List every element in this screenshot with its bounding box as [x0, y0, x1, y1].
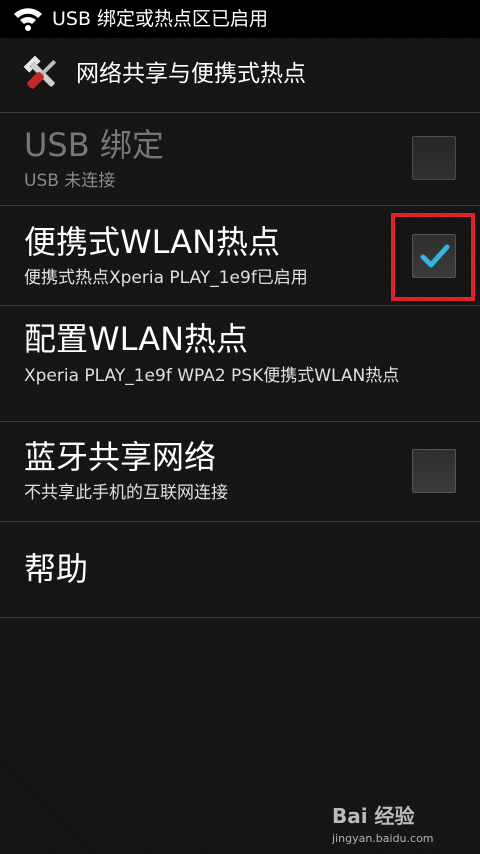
wifi-hotspot-icon: [14, 8, 42, 31]
page-title: 网络共享与便携式热点: [76, 61, 306, 87]
portable-wlan-hotspot-subtitle: 便携式热点Xperia PLAY_1e9f已启用: [24, 268, 308, 288]
baidu-jingyan-watermark: Bai 经验 jingyan.baidu.com: [332, 802, 472, 850]
bluetooth-tethering-title: 蓝牙共享网络: [24, 438, 217, 476]
list-divider: [0, 617, 480, 618]
bluetooth-tethering-checkbox[interactable]: [412, 449, 456, 493]
configure-wlan-hotspot-item[interactable]: 配置WLAN热点 Xperia PLAY_1e9f WPA2 PSK便携式WLA…: [0, 306, 480, 421]
bluetooth-tethering-subtitle: 不共享此手机的互联网连接: [24, 483, 228, 503]
status-bar: USB 绑定或热点区已启用: [0, 0, 480, 38]
watermark-logo: Bai 经验: [332, 804, 415, 828]
help-title: 帮助: [24, 550, 89, 588]
usb-tethering-subtitle: USB 未连接: [24, 171, 116, 191]
highlight-annotation: [391, 213, 475, 301]
tools-icon: [23, 55, 57, 89]
watermark-url: jingyan.baidu.com: [332, 832, 434, 845]
portable-wlan-hotspot-title: 便携式WLAN热点: [24, 223, 281, 261]
status-notification-text: USB 绑定或热点区已启用: [52, 8, 269, 30]
usb-tethering-title: USB 绑定: [24, 126, 164, 164]
configure-wlan-hotspot-title: 配置WLAN热点: [24, 320, 249, 358]
help-item[interactable]: 帮助: [0, 522, 480, 617]
configure-wlan-hotspot-subtitle: Xperia PLAY_1e9f WPA2 PSK便携式WLAN热点: [24, 366, 400, 386]
usb-tethering-checkbox[interactable]: [412, 136, 456, 180]
action-bar: 网络共享与便携式热点: [0, 38, 480, 112]
bluetooth-tethering-item[interactable]: 蓝牙共享网络 不共享此手机的互联网连接: [0, 422, 480, 521]
usb-tethering-item[interactable]: USB 绑定 USB 未连接: [0, 113, 480, 205]
